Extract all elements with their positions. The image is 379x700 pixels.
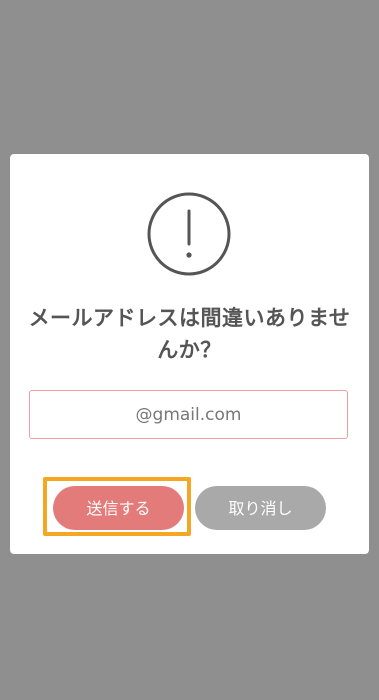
send-button[interactable]: 送信する bbox=[53, 486, 184, 530]
email-input[interactable] bbox=[29, 390, 348, 439]
dialog-title: メールアドレスは間違いありませんか？ bbox=[28, 306, 351, 362]
confirm-email-dialog: メールアドレスは間違いありませんか？ 送信する 取り消し bbox=[10, 154, 369, 554]
cancel-button[interactable]: 取り消し bbox=[195, 486, 326, 530]
exclamation-circle-icon bbox=[147, 192, 231, 276]
